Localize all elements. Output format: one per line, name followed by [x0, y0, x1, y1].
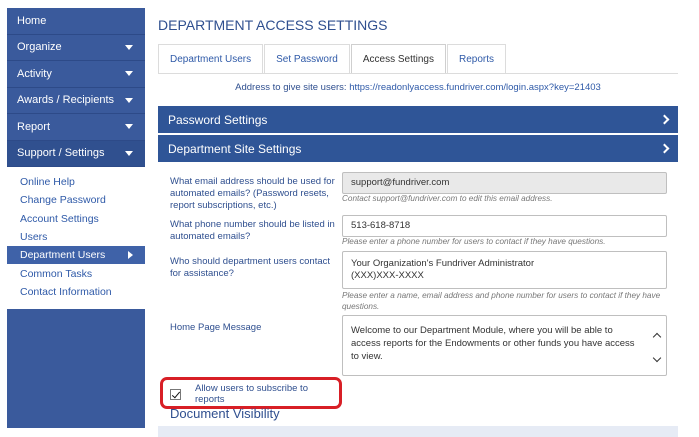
panel-title: Password Settings: [168, 112, 268, 127]
nav-organize-label: Organize: [17, 41, 62, 54]
nav-support-settings[interactable]: Support / Settings: [7, 140, 145, 167]
subnav-label: Common Tasks: [20, 267, 93, 280]
department-site-settings-header[interactable]: Department Site Settings: [158, 135, 678, 162]
tab-divider: [158, 73, 678, 74]
subnav-label: Change Password: [20, 194, 106, 207]
tab-label: Department Users: [170, 53, 252, 65]
caret-down-icon: [125, 97, 133, 103]
chevron-right-icon: [659, 143, 670, 154]
subnav-label: Department Users: [20, 249, 106, 262]
document-visibility-bar: [158, 426, 678, 437]
contact-line-1: Your Organization's Fundriver Administra…: [351, 258, 535, 269]
address-prefix: Address to give site users:: [235, 82, 347, 93]
chevron-right-icon: [659, 114, 670, 125]
caret-right-icon: [128, 251, 133, 260]
subnav-label: Contact Information: [20, 285, 112, 298]
sidebar: Home Organize Activity Awards / Recipien…: [7, 8, 145, 428]
home-message-label: Home Page Message: [170, 322, 262, 333]
scroll-down-icon[interactable]: [652, 353, 662, 363]
tab-label: Reports: [459, 53, 495, 65]
phone-question: What phone number should be listed in au…: [170, 219, 335, 242]
contact-line-2: (XXX)XXX-XXXX: [351, 270, 424, 281]
nav-support-label: Support / Settings: [17, 147, 105, 160]
caret-down-icon: [125, 44, 133, 50]
main-content: DEPARTMENT ACCESS SETTINGS Department Us…: [158, 8, 678, 437]
password-settings-header[interactable]: Password Settings: [158, 106, 678, 133]
tab-label: Set Password: [276, 53, 338, 65]
tab-reports[interactable]: Reports: [447, 44, 507, 73]
subnav-common-tasks[interactable]: Common Tasks: [7, 264, 145, 282]
highlight-annotation: [160, 377, 342, 409]
nav-organize[interactable]: Organize: [7, 35, 145, 61]
scroll-up-icon[interactable]: [652, 332, 662, 342]
nav-report-label: Report: [17, 120, 51, 133]
tab-bar: Department Users Set Password Access Set…: [158, 44, 507, 73]
contact-textarea[interactable]: Your Organization's Fundriver Administra…: [342, 251, 667, 289]
email-field[interactable]: support@fundriver.com: [342, 172, 667, 194]
nav-home[interactable]: Home: [7, 8, 145, 35]
tab-department-users[interactable]: Department Users: [158, 44, 264, 73]
support-submenu: Online Help Change Password Account Sett…: [7, 167, 145, 310]
nav-awards-label: Awards / Recipients: [17, 94, 115, 107]
site-address-line: Address to give site users: https://read…: [158, 82, 678, 93]
tab-access-settings[interactable]: Access Settings: [350, 44, 446, 73]
contact-hint: Please enter a name, email address and p…: [342, 291, 661, 311]
email-question: What email address should be used for au…: [170, 176, 335, 211]
home-message-text: Welcome to our Department Module, where …: [351, 325, 635, 362]
nav-home-label: Home: [17, 14, 47, 27]
nav-awards-recipients[interactable]: Awards / Recipients: [7, 88, 145, 114]
subnav-users[interactable]: Users: [7, 228, 145, 246]
nav-report[interactable]: Report: [7, 114, 145, 141]
panel-title: Department Site Settings: [168, 141, 302, 156]
subnav-online-help[interactable]: Online Help: [7, 173, 145, 191]
subnav-label: Online Help: [20, 176, 75, 189]
nav-activity[interactable]: Activity: [7, 61, 145, 88]
page-title: DEPARTMENT ACCESS SETTINGS: [158, 17, 388, 33]
subnav-account-settings[interactable]: Account Settings: [7, 210, 145, 228]
phone-hint: Please enter a phone number for users to…: [342, 237, 606, 246]
home-message-textarea[interactable]: Welcome to our Department Module, where …: [342, 315, 667, 376]
subnav-label: Account Settings: [20, 212, 99, 225]
document-visibility-heading: Document Visibility: [170, 406, 280, 421]
phone-field[interactable]: 513-618-8718: [342, 215, 667, 237]
app-window: Home Organize Activity Awards / Recipien…: [0, 0, 699, 437]
subnav-department-users[interactable]: Department Users: [7, 246, 145, 265]
email-hint: Contact support@fundriver.com to edit th…: [342, 194, 553, 203]
site-address-link[interactable]: https://readonlyaccess.fundriver.com/log…: [349, 82, 601, 93]
contact-question: Who should department users contact for …: [170, 256, 331, 279]
tab-set-password[interactable]: Set Password: [264, 44, 350, 73]
caret-down-icon: [125, 150, 133, 156]
caret-down-icon: [125, 71, 133, 77]
caret-down-icon: [125, 124, 133, 130]
tab-label: Access Settings: [362, 53, 434, 65]
nav-activity-label: Activity: [17, 67, 52, 80]
subnav-change-password[interactable]: Change Password: [7, 191, 145, 209]
subnav-label: Users: [20, 231, 48, 244]
subnav-contact-information[interactable]: Contact Information: [7, 283, 145, 301]
